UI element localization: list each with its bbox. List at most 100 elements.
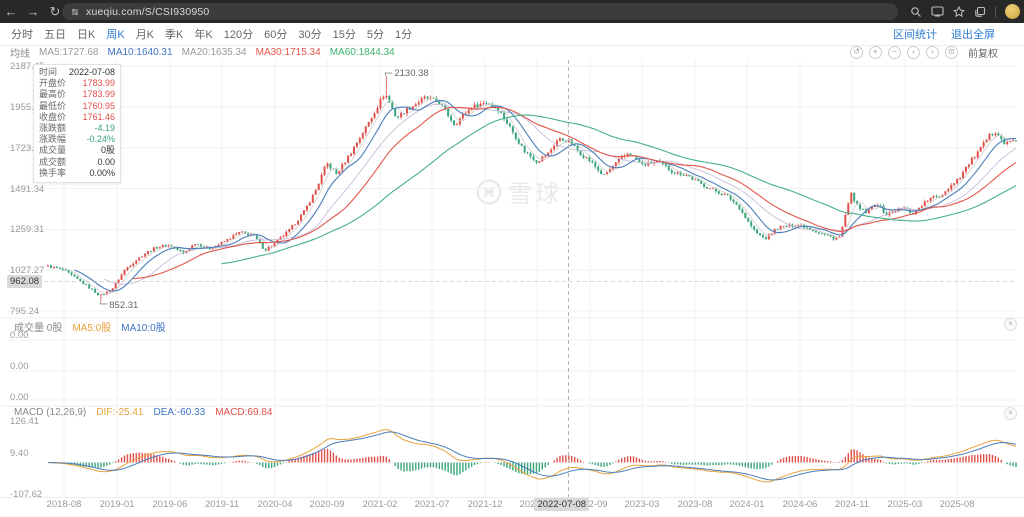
tooltip-value: 0.00 bbox=[97, 157, 115, 168]
cast-icon[interactable] bbox=[931, 6, 944, 17]
tooltip-label: 最高价 bbox=[39, 89, 66, 100]
tooltip-row: 成交额 0.00 bbox=[39, 157, 115, 168]
price-axis-tick: 795.24 bbox=[10, 306, 39, 317]
macd-title: MACD (12,26,9) bbox=[14, 407, 86, 418]
tabs-icon[interactable] bbox=[974, 6, 986, 18]
price-axis-tick: 1491.34 bbox=[10, 184, 44, 195]
exit-fullscreen-link[interactable]: 退出全屏 bbox=[951, 26, 995, 42]
browser-actions bbox=[910, 0, 1020, 23]
url-text[interactable]: xueqiu.com/S/CSI930950 bbox=[86, 6, 209, 18]
tooltip-row: 最高价 1783.99 bbox=[39, 89, 115, 100]
tooltip-row: 涨跌额 -4.19 bbox=[39, 123, 115, 134]
tooltip-value: 0股 bbox=[101, 145, 115, 156]
x-axis-tick-2024-01: 2024-01 bbox=[717, 499, 777, 510]
period-toolbar: 分时五日日K 周K 月K 季K 年K 120分 60分 30分 15分 5分 1分 区间统计 退出全… bbox=[0, 23, 1024, 46]
x-axis-tick-2020-09: 2020-09 bbox=[297, 499, 357, 510]
volume-header-item-1: MA5:0股 bbox=[72, 319, 111, 334]
ma-value-4: MA60:1844.34 bbox=[330, 47, 395, 58]
volume-pane-close-icon[interactable]: × bbox=[1004, 318, 1017, 331]
period-tab-15分[interactable]: 15分 bbox=[333, 26, 356, 42]
zoom-in-icon[interactable]: + bbox=[869, 46, 882, 59]
volume-axis-tick: 0.00 bbox=[10, 361, 29, 372]
star-icon[interactable] bbox=[953, 6, 965, 18]
macd-header-item-2: MACD:69.84 bbox=[215, 407, 272, 418]
macd-header-item-0: DIF:-25.41 bbox=[96, 407, 143, 418]
tooltip-value: 1760.95 bbox=[82, 101, 115, 112]
x-axis-tick-2018-08: 2018-08 bbox=[34, 499, 94, 510]
period-tab-月K[interactable]: 月K bbox=[136, 26, 154, 42]
volume-header-item-2: MA10:0股 bbox=[121, 319, 165, 334]
address-bar[interactable]: xueqiu.com/S/CSI930950 bbox=[62, 3, 898, 20]
ohlc-tooltip: 时间2022-07-08开盘价1783.99最高价1783.99最低价1760.… bbox=[33, 64, 121, 183]
divider bbox=[995, 6, 996, 18]
ma-value-2: MA20:1635.34 bbox=[182, 47, 247, 58]
period-tab-30分[interactable]: 30分 bbox=[298, 26, 321, 42]
ma-indicator-bar: 均线 MA5:1727.68MA10:1640.31MA20:1635.34MA… bbox=[0, 45, 1024, 60]
interval-stats-link[interactable]: 区间统计 bbox=[893, 26, 937, 42]
tooltip-label: 成交额 bbox=[39, 157, 66, 168]
macd-axis-tick: 9.40 bbox=[10, 448, 29, 459]
volume-header-item-0: 成交量 0股 bbox=[14, 319, 62, 334]
period-tab-120分[interactable]: 120分 bbox=[224, 26, 253, 42]
toolbar-links: 区间统计 退出全屏 bbox=[893, 23, 995, 45]
tooltip-value: 1783.99 bbox=[82, 78, 115, 89]
period-tab-周K[interactable]: 周K bbox=[106, 26, 124, 42]
ma-value-0: MA5:1727.68 bbox=[39, 47, 99, 58]
zoom-out-icon[interactable]: − bbox=[888, 46, 901, 59]
x-axis-tick-2024-11: 2024-11 bbox=[822, 499, 882, 510]
ma-value-3: MA30:1715.34 bbox=[256, 47, 321, 58]
back-icon[interactable]: ← bbox=[0, 0, 22, 23]
tooltip-value: 1783.99 bbox=[82, 89, 115, 100]
tooltip-value: 1761.46 bbox=[82, 112, 115, 123]
ma-title: 均线 bbox=[10, 45, 30, 60]
pan-right-icon[interactable]: › bbox=[926, 46, 939, 59]
tooltip-value: -0.24% bbox=[86, 134, 115, 145]
tooltip-label: 涨跌幅 bbox=[39, 134, 66, 145]
period-tab-5分[interactable]: 5分 bbox=[367, 26, 384, 42]
pan-left-icon[interactable]: ‹ bbox=[907, 46, 920, 59]
tooltip-row: 开盘价 1783.99 bbox=[39, 78, 115, 89]
candlestick-chart[interactable]: 2130.38852.31 bbox=[0, 0, 1024, 517]
macd-pane-close-icon[interactable]: × bbox=[1004, 407, 1017, 420]
volume-pane-header: 成交量 0股 MA5:0股 MA10:0股 bbox=[14, 319, 166, 334]
site-info-icon[interactable] bbox=[70, 7, 80, 17]
browser-bar: ← → ↻ xueqiu.com/S/CSI930950 bbox=[0, 0, 1024, 23]
tooltip-row: 涨跌幅 -0.24% bbox=[39, 134, 115, 145]
period-tab-1分[interactable]: 1分 bbox=[395, 26, 412, 42]
period-tab-分时[interactable]: 分时 bbox=[11, 26, 33, 42]
period-tabs: 分时五日日K 周K 月K 季K 年K 120分 60分 30分 15分 5分 1分 bbox=[0, 26, 412, 42]
period-tab-年K[interactable]: 年K bbox=[194, 26, 212, 42]
tooltip-label: 时间 bbox=[39, 67, 57, 78]
tooltip-label: 涨跌额 bbox=[39, 123, 66, 134]
macd-header-item-1: DEA:-60.33 bbox=[154, 407, 206, 418]
tooltip-value: 0.00% bbox=[89, 168, 115, 179]
adjust-type-selector[interactable]: 前复权 bbox=[968, 45, 998, 60]
tooltip-row: 收盘价 1761.46 bbox=[39, 112, 115, 123]
reset-zoom-icon[interactable]: ↺ bbox=[850, 46, 863, 59]
tooltip-row: 最低价1760.95 bbox=[39, 101, 115, 112]
price-axis-tick: 1259.31 bbox=[10, 224, 44, 235]
period-tab-60分[interactable]: 60分 bbox=[264, 26, 287, 42]
search-icon[interactable] bbox=[910, 6, 922, 18]
forward-icon[interactable]: → bbox=[22, 0, 44, 23]
tooltip-value: -4.19 bbox=[94, 123, 115, 134]
x-axis-tick-2023-03: 2023-03 bbox=[612, 499, 672, 510]
tooltip-label: 换手率 bbox=[39, 168, 66, 179]
tooltip-label: 开盘价 bbox=[39, 78, 66, 89]
svg-text:2130.38: 2130.38 bbox=[394, 68, 428, 79]
volume-axis-tick: 0.00 bbox=[10, 392, 29, 403]
crosshair-date-badge: 2022-07-08 bbox=[534, 498, 589, 511]
period-tab-五日[interactable]: 五日 bbox=[44, 26, 66, 42]
ma-value-1: MA10:1640.31 bbox=[108, 47, 173, 58]
x-axis-tick-2021-07: 2021-07 bbox=[402, 499, 462, 510]
avatar[interactable] bbox=[1005, 4, 1020, 19]
tooltip-value: 2022-07-08 bbox=[69, 67, 115, 78]
tooltip-row: 成交量0股 bbox=[39, 145, 115, 156]
x-axis-tick-2019-01: 2019-01 bbox=[87, 499, 147, 510]
tooltip-label: 收盘价 bbox=[39, 112, 66, 123]
ma-values: MA5:1727.68 MA10:1640.31 MA20:1635.34 MA30:… bbox=[30, 47, 395, 58]
period-tab-日K[interactable]: 日K bbox=[77, 26, 95, 42]
screenshot-icon[interactable]: ⊙ bbox=[945, 46, 958, 59]
period-tab-季K[interactable]: 季K bbox=[165, 26, 183, 42]
tooltip-row: 时间 2022-07-08 bbox=[39, 67, 115, 78]
